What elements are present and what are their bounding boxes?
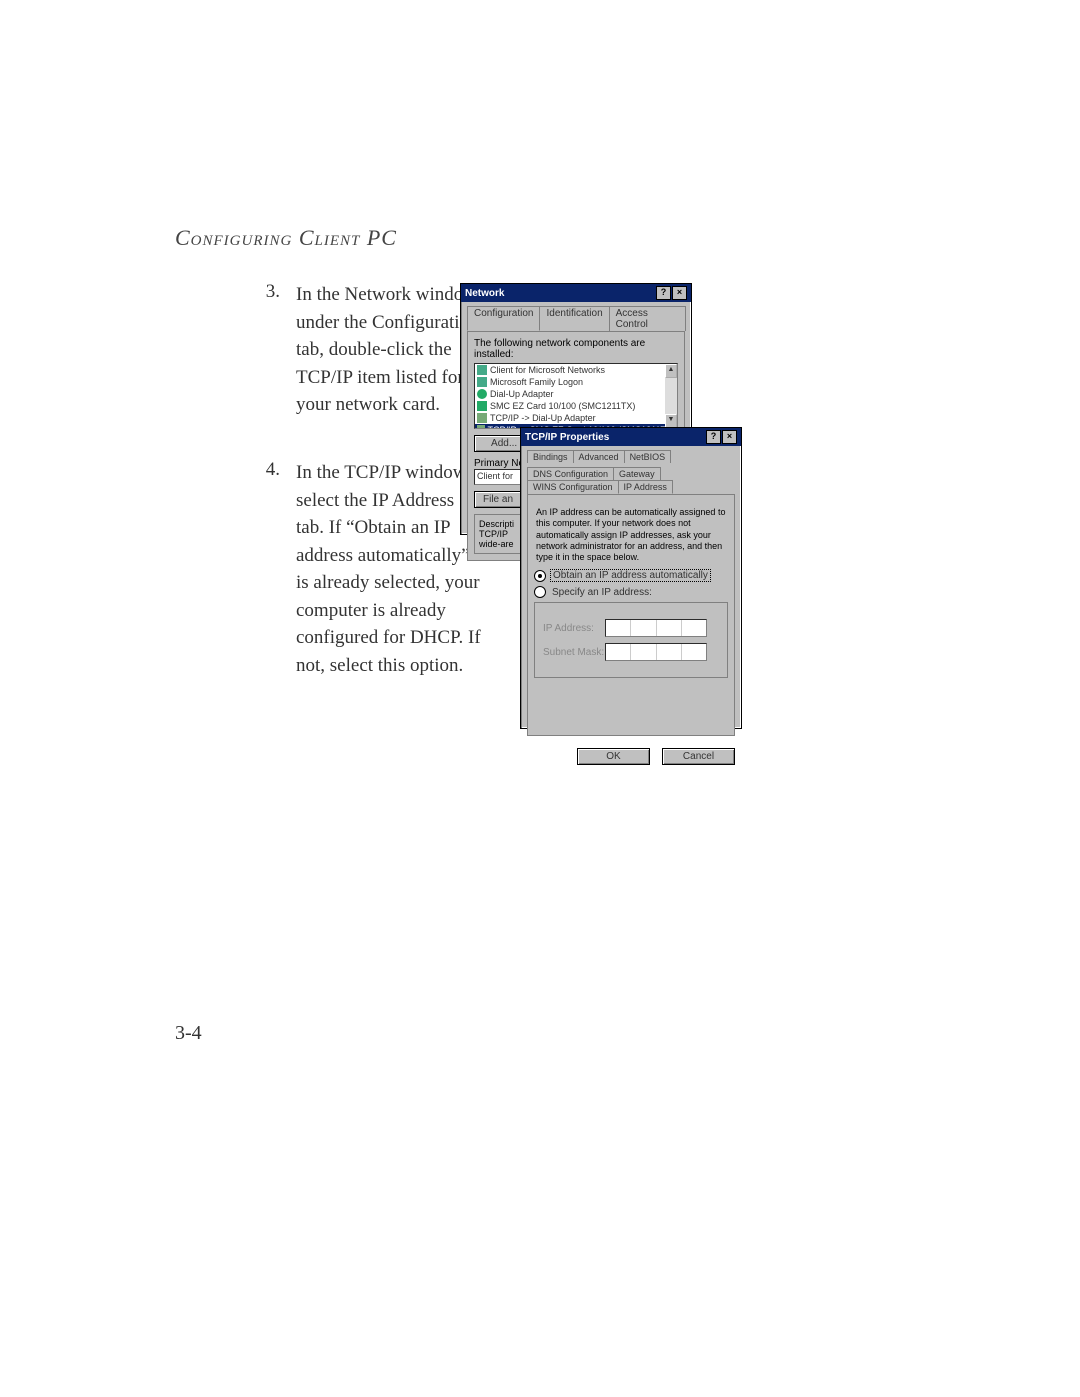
subnet-mask-label: Subnet Mask: — [543, 647, 605, 658]
radio-obtain-auto[interactable]: Obtain an IP address automatically — [534, 569, 728, 582]
components-listbox[interactable]: Client for Microsoft Networks Microsoft … — [474, 363, 678, 429]
scroll-up-icon[interactable]: ▲ — [665, 364, 677, 378]
components-label: The following network components are ins… — [474, 338, 678, 360]
scroll-track[interactable] — [665, 378, 677, 414]
page-number: 3-4 — [175, 1022, 202, 1045]
list-item-label: Client for Microsoft Networks — [490, 365, 605, 375]
close-icon[interactable]: × — [672, 286, 687, 300]
adapter-icon — [477, 389, 487, 399]
list-item[interactable]: Microsoft Family Logon — [475, 376, 677, 388]
step-4-text: In the TCP/IP window, select the IP Addr… — [296, 459, 481, 679]
help-icon[interactable]: ? — [656, 286, 671, 300]
logon-icon — [477, 377, 487, 387]
step-4-number: 4. — [250, 459, 280, 481]
step-4: 4. In the TCP/IP window, select the IP A… — [250, 459, 481, 679]
tcpip-title: TCP/IP Properties — [525, 432, 705, 443]
list-item-label: SMC EZ Card 10/100 (SMC1211TX) — [490, 401, 635, 411]
help-icon[interactable]: ? — [706, 430, 721, 444]
ip-address-row: IP Address: — [543, 619, 719, 637]
listbox-scrollbar[interactable]: ▲ ▼ — [665, 364, 677, 428]
tcpip-dialog: TCP/IP Properties ? × Bindings Advanced … — [520, 427, 742, 729]
radio-off-icon[interactable] — [534, 586, 546, 598]
ip-address-label: IP Address: — [543, 623, 605, 634]
tab-configuration[interactable]: Configuration — [467, 306, 540, 331]
tab-ip-address[interactable]: IP Address — [618, 480, 673, 494]
tcpip-titlebar: TCP/IP Properties ? × — [521, 428, 741, 446]
scroll-down-icon[interactable]: ▼ — [665, 414, 677, 428]
tab-advanced[interactable]: Advanced — [573, 450, 625, 463]
list-item-label: Microsoft Family Logon — [490, 377, 583, 387]
close-icon[interactable]: × — [722, 430, 737, 444]
radio-specify[interactable]: Specify an IP address: — [534, 586, 728, 598]
list-item-label: Dial-Up Adapter — [490, 389, 554, 399]
client-icon — [477, 365, 487, 375]
network-title: Network — [465, 288, 655, 299]
list-item[interactable]: Client for Microsoft Networks — [475, 364, 677, 376]
tab-bindings[interactable]: Bindings — [527, 450, 574, 463]
cancel-button[interactable]: Cancel — [662, 748, 735, 765]
step-3: 3. In the Network window, under the Conf… — [250, 281, 481, 419]
tab-netbios[interactable]: NetBIOS — [624, 450, 672, 463]
list-item[interactable]: Dial-Up Adapter — [475, 388, 677, 400]
specify-fieldset: IP Address: Subnet Mask: — [534, 602, 728, 678]
list-item[interactable]: SMC EZ Card 10/100 (SMC1211TX) — [475, 400, 677, 412]
radio-on-icon[interactable] — [534, 570, 546, 582]
page-header: Configuring Client PC — [175, 225, 397, 251]
protocol-icon — [477, 413, 487, 423]
subnet-mask-row: Subnet Mask: — [543, 643, 719, 661]
file-sharing-button[interactable]: File an — [474, 491, 522, 508]
tcpip-tabs-row2: DNS Configuration Gateway WINS Configura… — [527, 467, 735, 494]
subnet-mask-input[interactable] — [605, 643, 707, 661]
tcpip-dialog-buttons: OK Cancel — [521, 742, 741, 771]
protocol-icon — [477, 425, 485, 429]
step-3-text: In the Network window, under the Configu… — [296, 281, 481, 419]
tab-identification[interactable]: Identification — [539, 306, 609, 331]
step-3-number: 3. — [250, 281, 280, 303]
ok-button[interactable]: OK — [577, 748, 650, 765]
tcpip-tabs-row1: Bindings Advanced NetBIOS — [527, 450, 735, 463]
tab-gateway[interactable]: Gateway — [613, 467, 661, 480]
list-item[interactable]: TCP/IP -> Dial-Up Adapter — [475, 412, 677, 424]
tab-wins[interactable]: WINS Configuration — [527, 480, 619, 494]
ip-address-input[interactable] — [605, 619, 707, 637]
radio-auto-label: Obtain an IP address automatically — [550, 569, 711, 582]
tab-access-control[interactable]: Access Control — [609, 306, 686, 331]
radio-specify-label: Specify an IP address: — [550, 587, 654, 598]
tab-dns[interactable]: DNS Configuration — [527, 467, 614, 480]
ip-address-panel: An IP address can be automatically assig… — [527, 494, 735, 736]
card-icon — [477, 401, 487, 411]
ip-help-text: An IP address can be automatically assig… — [536, 507, 726, 563]
list-item-label: TCP/IP -> Dial-Up Adapter — [490, 413, 596, 423]
network-tabs: Configuration Identification Access Cont… — [467, 306, 685, 331]
network-titlebar: Network ? × — [461, 284, 691, 302]
